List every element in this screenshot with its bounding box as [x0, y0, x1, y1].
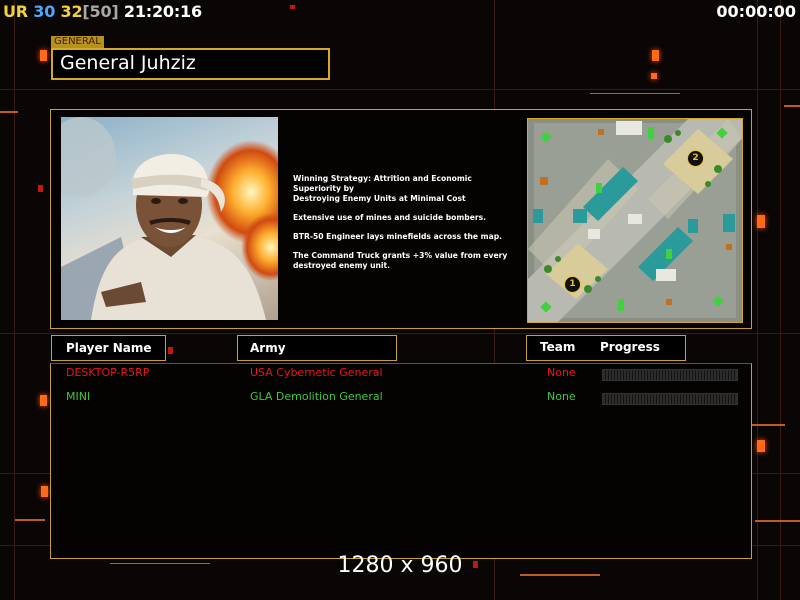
column-label: Team: [540, 340, 576, 354]
map-preview[interactable]: 2 1: [527, 118, 743, 323]
bg-light: [757, 440, 765, 452]
bg-light: [40, 50, 47, 61]
hud-stats: UR 30 32[50] 21:20:16: [3, 2, 202, 21]
stat-c: [50]: [82, 2, 119, 21]
bg-line: [757, 0, 758, 600]
progress-bar: [602, 393, 738, 405]
player-name: DESKTOP-R5RP: [66, 366, 150, 379]
bg-line: [590, 93, 680, 94]
map-preview-image: [528, 119, 742, 322]
game-timer: 00:00:00: [716, 2, 796, 21]
bg-line: [0, 111, 18, 113]
column-label: Player Name: [66, 341, 152, 355]
stat-a: 30: [33, 2, 56, 21]
strategy-line: Winning Strategy: Attrition and Economic…: [293, 174, 472, 203]
player-row: MINI GLA Demolition General None: [0, 390, 800, 406]
player-row: DESKTOP-R5RP USA Cybernetic General None: [0, 366, 800, 382]
bg-light: [168, 347, 173, 354]
bg-line: [780, 0, 781, 600]
general-portrait: [61, 117, 278, 320]
bg-line: [0, 333, 800, 334]
player-team: None: [547, 366, 576, 379]
strategy-line: BTR-50 Engineer lays minefields across t…: [293, 232, 503, 241]
start-position-marker[interactable]: 2: [687, 150, 704, 167]
bg-light: [41, 486, 48, 497]
bg-light: [757, 215, 765, 228]
title-box: General Juhziz: [51, 48, 330, 80]
bg-line: [14, 0, 15, 600]
bg-line: [15, 519, 45, 521]
strategy-line: The Command Truck grants +3% value from …: [293, 251, 508, 270]
column-label: Progress: [600, 340, 660, 354]
progress-bar: [602, 369, 738, 381]
column-header-player-name: Player Name: [51, 335, 166, 361]
player-team: None: [547, 390, 576, 403]
player-army: USA Cybernetic General: [250, 366, 383, 379]
strategy-description: Winning Strategy: Attrition and Economic…: [293, 174, 521, 280]
portrait-image: [61, 117, 278, 320]
bg-line: [755, 520, 800, 522]
bg-light: [651, 73, 657, 79]
bg-line: [0, 89, 800, 90]
bg-line: [784, 105, 800, 107]
column-label: Army: [250, 341, 286, 355]
resolution-label: 1280 x 960: [337, 553, 463, 578]
stat-b: 32: [60, 2, 83, 21]
column-header-army: Army: [237, 335, 397, 361]
start-position-marker[interactable]: 1: [564, 276, 581, 293]
player-name: MINI: [66, 390, 91, 403]
header-tag: GENERAL: [51, 36, 104, 48]
column-header-team-progress: Team Progress: [526, 335, 686, 361]
bg-light: [290, 5, 295, 9]
player-army: GLA Demolition General: [250, 390, 383, 403]
page-title: General Juhziz: [60, 52, 196, 74]
strategy-line: Extensive use of mines and suicide bombe…: [293, 213, 487, 222]
ur-label: UR: [3, 2, 28, 21]
clock: 21:20:16: [123, 2, 202, 21]
bg-light: [652, 50, 659, 61]
bg-light: [38, 185, 43, 192]
